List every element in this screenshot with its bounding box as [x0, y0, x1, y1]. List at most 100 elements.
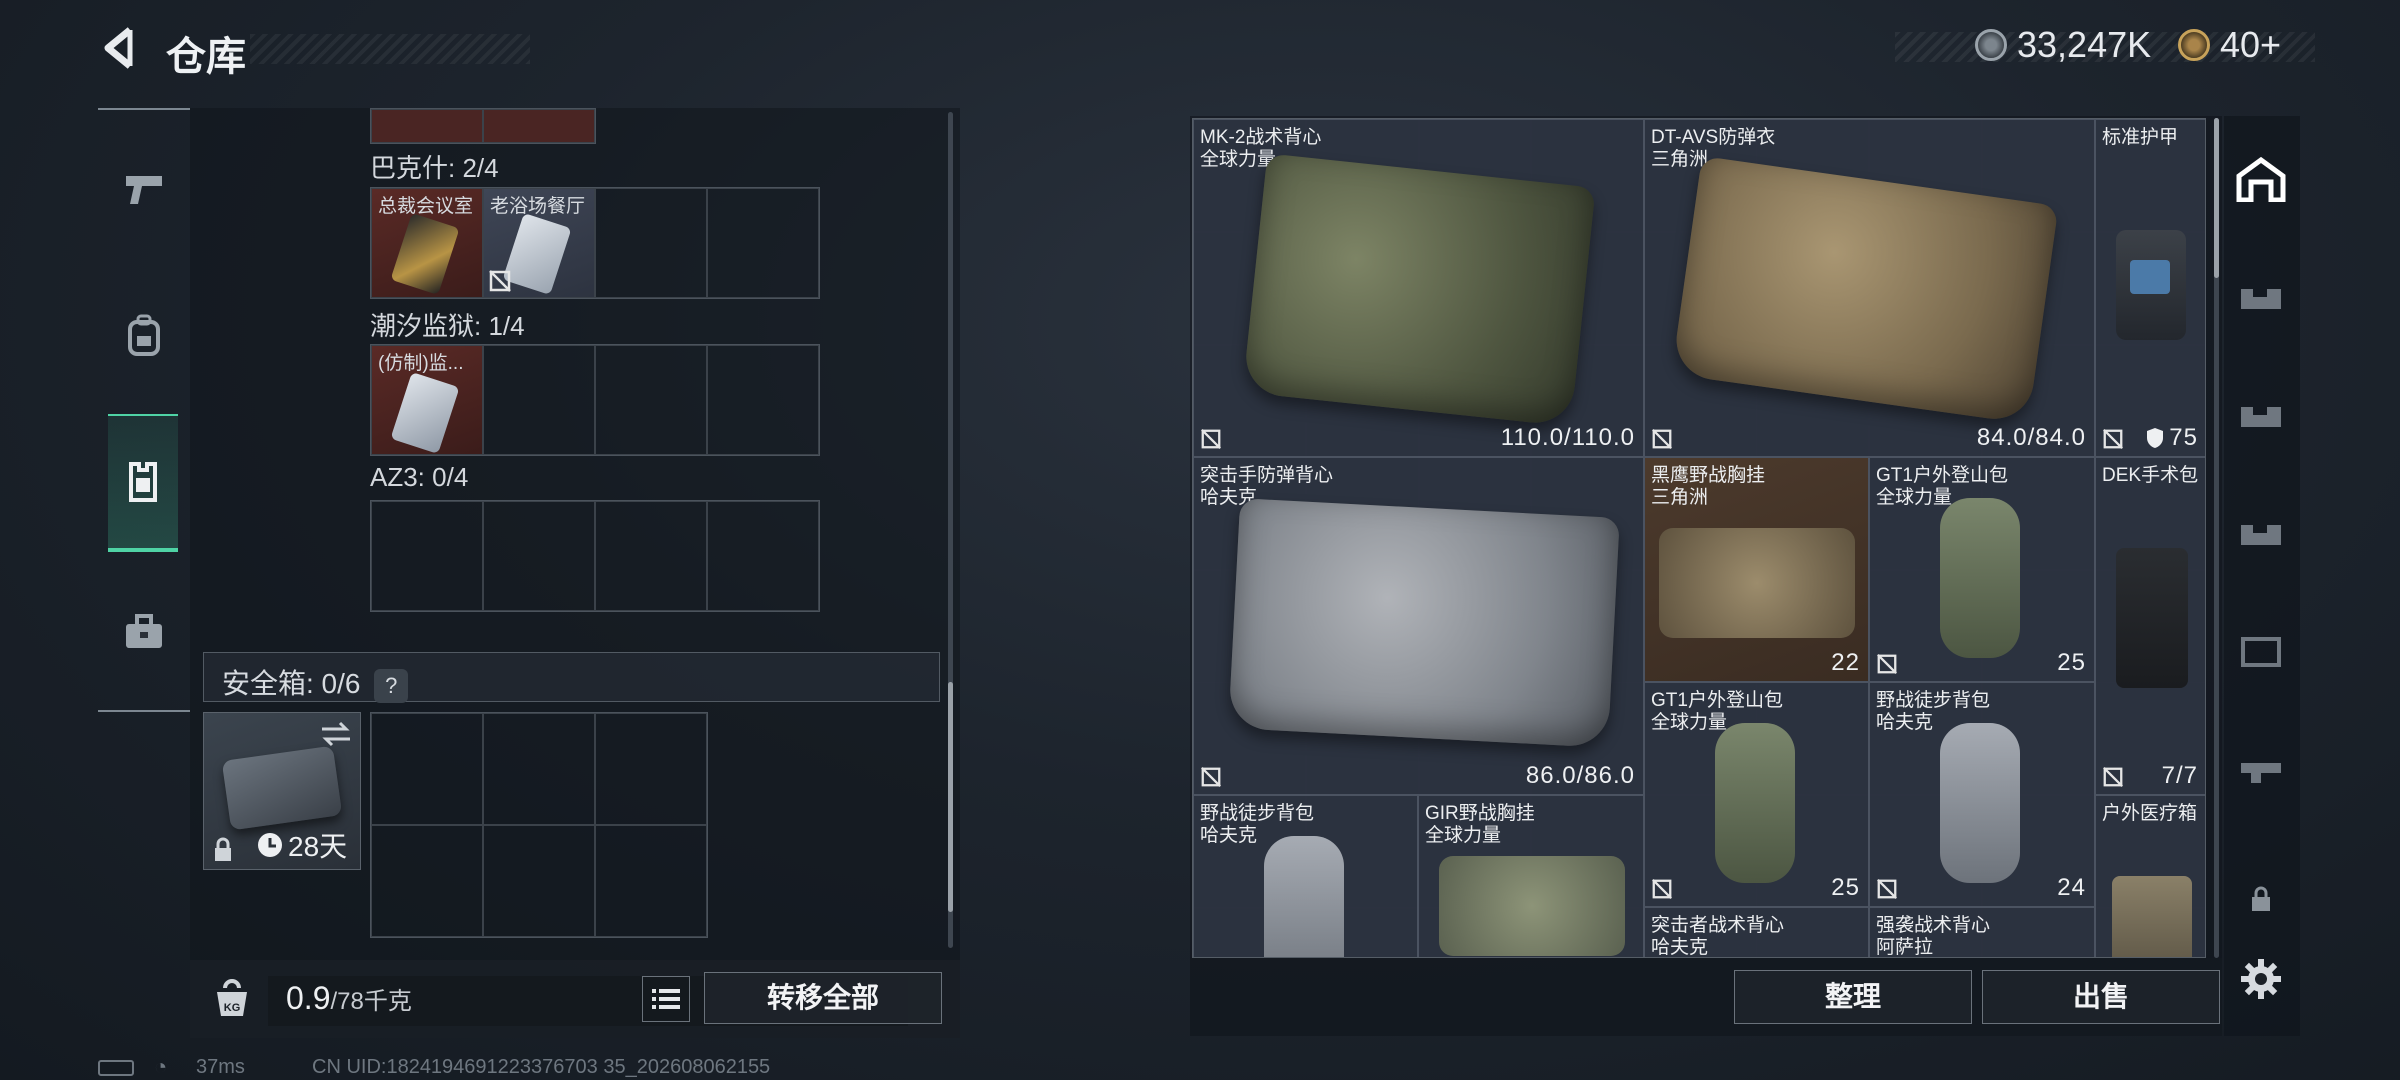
item-dek-surgical-kit[interactable]: DEK手术包 7/7: [2095, 457, 2205, 795]
empty-slot[interactable]: [483, 501, 595, 611]
back-arrow-icon[interactable]: [96, 22, 148, 74]
item-faction: 三角洲: [1651, 149, 1709, 170]
durability-value: 84.0/84.0: [1976, 424, 2086, 451]
capacity-value: 22: [1831, 649, 1860, 676]
item-faction: 哈夫克: [1651, 937, 1709, 958]
filter-tab-3[interactable]: [2230, 502, 2292, 564]
filter-all-tab[interactable]: [2230, 148, 2292, 210]
blackhawk-rig-image: [1659, 528, 1855, 638]
item-field-hiking-pack[interactable]: 野战徒步背包 哈夫克 24: [1869, 682, 2095, 907]
keycard-slot[interactable]: 总裁会议室: [371, 188, 483, 298]
help-button[interactable]: ?: [374, 668, 409, 703]
lock-filter-button[interactable]: [2230, 868, 2292, 930]
safe-box-item[interactable]: 28天: [203, 712, 361, 870]
ping-text: 37ms: [196, 1056, 245, 1078]
assault-vest-image: [1228, 498, 1620, 748]
gold-keycard-icon: [390, 212, 460, 296]
empty-slot[interactable]: [595, 713, 707, 825]
sidebar-item-backpacks[interactable]: [106, 298, 182, 374]
weight-current: 0.9: [286, 980, 331, 1016]
gt1-backpack-image: [1715, 723, 1795, 883]
partial-card[interactable]: [483, 109, 595, 143]
item-faction: 全球力量: [1200, 149, 1277, 170]
empty-slot[interactable]: [371, 501, 483, 611]
keycard-name: 总裁会议室: [378, 196, 474, 217]
transfer-all-button[interactable]: 转移全部: [704, 972, 942, 1024]
sell-button[interactable]: 出售: [1982, 970, 2220, 1024]
safe-box-grid: [370, 712, 708, 938]
sort-button[interactable]: 整理: [1734, 970, 1972, 1024]
item-gir-rig[interactable]: GIR野战胸挂 全球力量: [1418, 795, 1644, 957]
item-gt1-backpack[interactable]: GT1户外登山包 全球力量 25: [1644, 682, 1869, 907]
empty-slot[interactable]: [595, 188, 707, 298]
keycard-name: 老浴场餐厅: [490, 196, 586, 217]
empty-slot[interactable]: [707, 345, 819, 455]
empty-slot[interactable]: [483, 825, 595, 937]
page-title: 仓库: [166, 35, 246, 79]
item-dt-avs-armor[interactable]: DT-AVS防弹衣 三角洲 84.0/84.0: [1644, 119, 2095, 457]
no-insure-icon: [1877, 879, 1897, 899]
empty-slot[interactable]: [371, 825, 483, 937]
swap-icon[interactable]: [320, 721, 352, 747]
sidebar-item-vests[interactable]: [108, 414, 178, 552]
hiking-pack-image: [1940, 723, 2020, 883]
empty-slot[interactable]: [707, 188, 819, 298]
durability-value: 110.0/110.0: [1500, 424, 1635, 451]
empty-slot[interactable]: [707, 501, 819, 611]
kettlebell-icon: KG: [217, 979, 247, 1016]
wifi-icon: ◔: [154, 1054, 168, 1079]
empty-slot[interactable]: [371, 713, 483, 825]
item-faction: 哈夫克: [1876, 712, 1934, 733]
item-outdoor-medkit[interactable]: 户外医疗箱: [2095, 795, 2205, 957]
currency-gold-value: 40+: [2220, 24, 2282, 65]
mk2-vest-image: [1242, 153, 1596, 427]
currency-gold[interactable]: 40+: [2178, 24, 2281, 66]
pistol-icon: [126, 176, 162, 204]
item-mk2-vest[interactable]: MK-2战术背心 全球力量 110.0/110.0: [1193, 119, 1644, 457]
item-assaulter-vest[interactable]: 突击者战术背心 哈夫克: [1644, 907, 1869, 958]
currency-silver: 33,247K: [1975, 24, 2151, 66]
item-gt1-backpack[interactable]: GT1户外登山包 全球力量 25: [1869, 457, 2095, 682]
item-assault-vest[interactable]: 突击手防弹背心 哈夫克 86.0/86.0: [1193, 457, 1644, 795]
settings-button[interactable]: [2230, 948, 2292, 1010]
no-insure-icon: [1201, 767, 1221, 787]
empty-slot[interactable]: [595, 825, 707, 937]
medkit-image: [2112, 876, 2192, 957]
capacity-value: 25: [2057, 649, 2086, 676]
keycard-slot[interactable]: 老浴场餐厅: [483, 188, 595, 298]
safe-box-header: 安全箱: 0/6 ?: [203, 652, 940, 703]
item-faction: 哈夫克: [1200, 825, 1258, 846]
item-field-hiking-pack[interactable]: 野战徒步背包 哈夫克: [1193, 795, 1418, 957]
empty-slot[interactable]: [483, 713, 595, 825]
item-raid-vest[interactable]: 强袭战术背心 阿萨拉: [1869, 907, 2095, 957]
clock-icon: [258, 833, 282, 857]
armor-value-text: 75: [2169, 424, 2198, 451]
item-blackhawk-rig[interactable]: 黑鹰野战胸挂 三角洲 22: [1644, 457, 1869, 682]
category-gear-icon: [2241, 637, 2281, 667]
gir-rig-image: [1439, 856, 1625, 956]
keycard-name: (仿制)监...: [378, 353, 464, 374]
hiking-pack-image: [1264, 836, 1344, 957]
uses-value: 7/7: [2161, 762, 2198, 789]
weight-unit-text: KG: [224, 1002, 241, 1014]
empty-slot[interactable]: [483, 345, 595, 455]
empty-slot[interactable]: [595, 501, 707, 611]
capacity-value: 25: [1831, 874, 1860, 901]
keycard-slot[interactable]: (仿制)监...: [371, 345, 483, 455]
capacity-value: 24: [2057, 874, 2086, 901]
filter-tab-1[interactable]: [2230, 266, 2292, 328]
filter-tab-5[interactable]: [2230, 738, 2292, 800]
empty-slot[interactable]: [595, 345, 707, 455]
section-label-az3: AZ3: 0/4: [370, 462, 469, 492]
filter-tab-2[interactable]: [2230, 384, 2292, 446]
item-standard-armor[interactable]: 标准护甲 75: [2095, 119, 2205, 457]
standard-armor-image: [2116, 230, 2186, 340]
filter-tab-4[interactable]: [2230, 620, 2292, 682]
sidebar-item-weapons[interactable]: [106, 152, 182, 228]
list-view-button[interactable]: [642, 976, 690, 1022]
partial-card[interactable]: [371, 109, 483, 143]
silver-coin-icon: [1975, 29, 2007, 61]
sidebar-item-cases[interactable]: [106, 594, 182, 670]
left-scrollbar[interactable]: [948, 112, 953, 948]
right-scrollbar[interactable]: [2214, 118, 2219, 958]
